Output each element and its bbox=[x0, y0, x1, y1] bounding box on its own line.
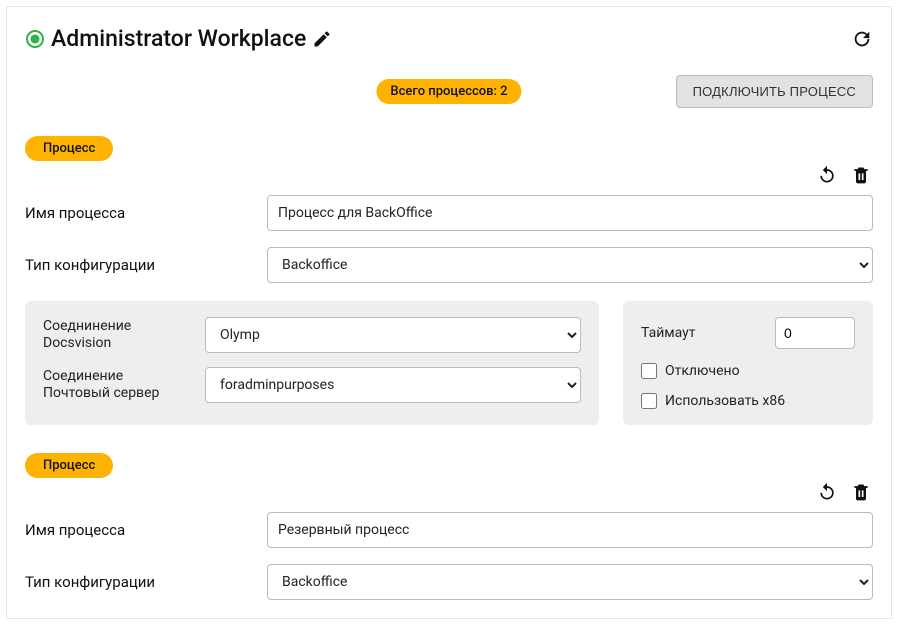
connections-panel: Соеднинение Docsvision Olymp Соединение … bbox=[25, 301, 599, 425]
reset-icon[interactable] bbox=[817, 165, 837, 185]
process-badge: Процесс bbox=[25, 136, 113, 161]
total-processes-badge: Всего процессов: 2 bbox=[376, 79, 521, 104]
process-name-input[interactable] bbox=[267, 512, 873, 548]
process-block: Процесс Имя процесса Тип конфигурации Ba… bbox=[25, 136, 873, 425]
disabled-checkbox-row[interactable]: Отключено bbox=[641, 363, 855, 379]
trash-icon[interactable] bbox=[851, 482, 871, 502]
use-x86-label: Использовать x86 bbox=[665, 393, 785, 409]
reload-icon[interactable] bbox=[851, 28, 873, 50]
connect-process-button[interactable]: ПОДКЛЮЧИТЬ ПРОЦЕСС bbox=[676, 75, 873, 108]
config-type-select[interactable]: Backoffice bbox=[267, 564, 873, 600]
docsvision-select[interactable]: Olymp bbox=[205, 317, 581, 353]
page-title: Administrator Workplace bbox=[51, 25, 306, 52]
process-name-input[interactable] bbox=[267, 195, 873, 231]
mail-select[interactable]: foradminpurposes bbox=[205, 367, 581, 403]
use-x86-checkbox[interactable] bbox=[641, 393, 657, 409]
disabled-checkbox[interactable] bbox=[641, 363, 657, 379]
trash-icon[interactable] bbox=[851, 165, 871, 185]
settings-panel: Таймаут Отключено Использовать x86 bbox=[623, 301, 873, 425]
disabled-label: Отключено bbox=[665, 363, 740, 379]
timeout-input[interactable] bbox=[775, 317, 855, 349]
config-type-label: Тип конфигурации bbox=[25, 573, 267, 591]
process-block: Процесс Имя процесса Тип конфигурации Ba… bbox=[25, 453, 873, 600]
docsvision-label: Соеднинение Docsvision bbox=[43, 318, 193, 353]
timeout-label: Таймаут bbox=[641, 325, 696, 341]
status-dot-icon bbox=[25, 29, 45, 49]
config-type-label: Тип конфигурации bbox=[25, 256, 267, 274]
mail-label: Соединение Почтовый сервер bbox=[43, 368, 193, 403]
edit-icon[interactable] bbox=[312, 29, 332, 49]
config-type-select[interactable]: Backoffice bbox=[267, 247, 873, 283]
use-x86-checkbox-row[interactable]: Использовать x86 bbox=[641, 393, 855, 409]
process-name-label: Имя процесса bbox=[25, 204, 267, 222]
process-badge: Процесс bbox=[25, 453, 113, 478]
reset-icon[interactable] bbox=[817, 482, 837, 502]
process-name-label: Имя процесса bbox=[25, 521, 267, 539]
